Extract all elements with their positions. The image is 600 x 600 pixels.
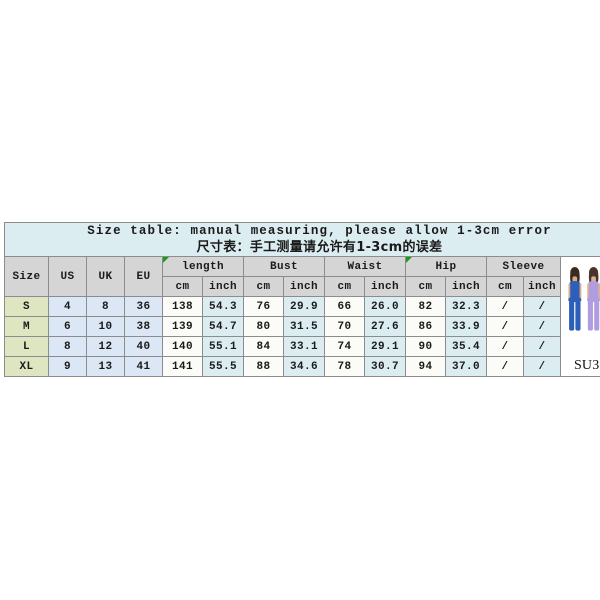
cell-waist-inch: 29.1 — [364, 336, 406, 357]
cell-sleeve-inch: / — [523, 356, 561, 377]
cell-eu: 40 — [124, 336, 163, 357]
cell-sleeve-cm: / — [486, 296, 524, 317]
cell-bust-cm: 88 — [243, 356, 284, 377]
product-thumbnail-cell: SU3231 — [560, 256, 600, 377]
title-chinese: 尺寸表：手工测量请允许有1-3cm的误差 — [196, 240, 443, 255]
jumpsuit-models-icon — [568, 267, 600, 331]
cell-uk: 12 — [86, 336, 125, 357]
cell-hip-cm: 90 — [405, 336, 446, 357]
size-chart-container: Size table: manual measuring, please all… — [4, 222, 600, 377]
comment-marker-icon — [163, 257, 169, 263]
cell-length-inch: 55.5 — [202, 356, 244, 377]
cell-waist-cm: 66 — [324, 296, 365, 317]
header-group-hip: Hip — [405, 256, 487, 277]
table-row: L 8 12 40 140 55.1 84 33.1 74 29.1 90 35… — [4, 336, 600, 357]
table-row: XL 9 13 41 141 55.5 88 34.6 78 30.7 94 3… — [4, 356, 600, 377]
cell-bust-cm: 80 — [243, 316, 284, 337]
header-group-hip-label: Hip — [435, 260, 457, 273]
cell-size: S — [4, 296, 49, 317]
cell-us: 4 — [48, 296, 87, 317]
cell-bust-inch: 34.6 — [283, 356, 325, 377]
cell-length-cm: 140 — [162, 336, 203, 357]
cell-bust-inch: 29.9 — [283, 296, 325, 317]
cell-hip-cm: 86 — [405, 316, 446, 337]
cell-hip-cm: 82 — [405, 296, 446, 317]
cell-length-inch: 54.7 — [202, 316, 244, 337]
cell-sleeve-cm: / — [486, 356, 524, 377]
cell-sleeve-cm: / — [486, 336, 524, 357]
table-row: M 6 10 38 139 54.7 80 31.5 70 27.6 86 33… — [4, 316, 600, 337]
cell-length-inch: 54.3 — [202, 296, 244, 317]
cell-bust-inch: 31.5 — [283, 316, 325, 337]
header-hip-cm: cm — [405, 276, 446, 297]
header-group-length-label: length — [181, 260, 224, 273]
cell-us: 9 — [48, 356, 87, 377]
cell-uk: 8 — [86, 296, 125, 317]
header-us: US — [48, 256, 87, 297]
cell-hip-inch: 33.9 — [445, 316, 487, 337]
cell-sleeve-inch: / — [523, 336, 561, 357]
header-length-cm: cm — [162, 276, 203, 297]
header-waist-inch: inch — [364, 276, 406, 297]
cell-eu: 38 — [124, 316, 163, 337]
cell-size: XL — [4, 356, 49, 377]
cell-sleeve-cm: / — [486, 316, 524, 337]
header-group-sleeve: Sleeve — [486, 256, 561, 277]
header-group-bust: Bust — [243, 256, 325, 277]
cell-waist-cm: 78 — [324, 356, 365, 377]
header-group-waist: Waist — [324, 256, 406, 277]
cell-size: M — [4, 316, 49, 337]
cell-us: 8 — [48, 336, 87, 357]
header-bust-inch: inch — [283, 276, 325, 297]
title-english: Size table: manual measuring, please all… — [87, 224, 552, 238]
header-bust-cm: cm — [243, 276, 284, 297]
cell-sleeve-inch: / — [523, 316, 561, 337]
header-hip-inch: inch — [445, 276, 487, 297]
cell-waist-cm: 74 — [324, 336, 365, 357]
cell-hip-inch: 35.4 — [445, 336, 487, 357]
header-sleeve-inch: inch — [523, 276, 561, 297]
cell-eu: 41 — [124, 356, 163, 377]
cell-length-cm: 139 — [162, 316, 203, 337]
cell-hip-cm: 94 — [405, 356, 446, 377]
cell-eu: 36 — [124, 296, 163, 317]
product-thumbnail: SU3231 — [561, 257, 600, 376]
header-waist-cm: cm — [324, 276, 365, 297]
cell-sleeve-inch: / — [523, 296, 561, 317]
header-group-length: length — [162, 256, 244, 277]
product-sku: SU3231 — [573, 358, 600, 373]
cell-uk: 10 — [86, 316, 125, 337]
cell-waist-inch: 30.7 — [364, 356, 406, 377]
header-length-inch: inch — [202, 276, 244, 297]
table-title-cell: Size table: manual measuring, please all… — [4, 222, 600, 257]
cell-length-cm: 141 — [162, 356, 203, 377]
cell-waist-cm: 70 — [324, 316, 365, 337]
cell-length-cm: 138 — [162, 296, 203, 317]
table-row: S 4 8 36 138 54.3 76 29.9 66 26.0 82 32.… — [4, 296, 600, 317]
cell-uk: 13 — [86, 356, 125, 377]
header-eu: EU — [124, 256, 163, 297]
table-title-row: Size table: manual measuring, please all… — [4, 222, 600, 257]
cell-waist-inch: 26.0 — [364, 296, 406, 317]
cell-us: 6 — [48, 316, 87, 337]
cell-waist-inch: 27.6 — [364, 316, 406, 337]
group-header-row: Size US UK EU length Bust Waist Hip Slee… — [4, 256, 600, 377]
cell-bust-cm: 76 — [243, 296, 284, 317]
header-sleeve-cm: cm — [486, 276, 524, 297]
cell-length-inch: 55.1 — [202, 336, 244, 357]
size-table: Size table: manual measuring, please all… — [4, 222, 600, 377]
header-uk: UK — [86, 256, 125, 297]
header-size: Size — [4, 256, 49, 297]
cell-bust-inch: 33.1 — [283, 336, 325, 357]
cell-size: L — [4, 336, 49, 357]
comment-marker-icon — [406, 257, 412, 263]
cell-bust-cm: 84 — [243, 336, 284, 357]
cell-hip-inch: 32.3 — [445, 296, 487, 317]
cell-hip-inch: 37.0 — [445, 356, 487, 377]
